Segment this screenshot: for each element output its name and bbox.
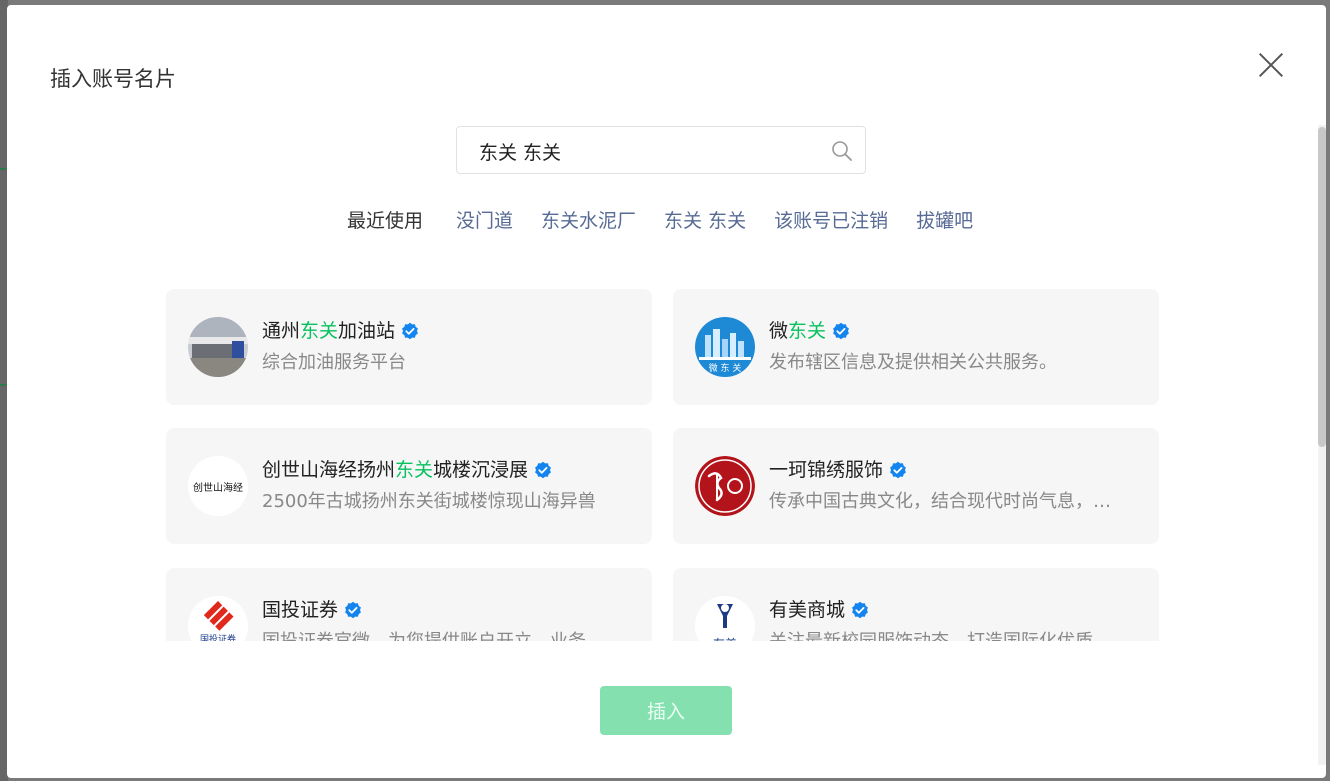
account-avatar: 微 东 关 [695,317,755,377]
account-card[interactable]: 通州 东关 加油站 综合加油服务平台 [166,289,652,405]
dialog-title: 插入账号名片 [50,67,176,91]
account-description: 2500年古城扬州东关街城楼惊现山海异兽 [262,491,596,512]
svg-text:创世山海经: 创世山海经 [193,481,243,494]
close-icon[interactable] [1257,51,1285,79]
svg-text:有美: 有美 [713,637,737,641]
account-avatar: 创世山海经 [188,456,248,516]
recent-item[interactable]: 东关水泥厂 [541,206,636,233]
verified-icon [852,601,868,619]
recent-used-bar: 最近使用 没门道 东关水泥厂 东关 东关 该账号已注销 拔罐吧 [347,205,1001,233]
account-list: 通州 东关 加油站 综合加油服务平台 微 东 关 微东关 发布辖区信息及提供相关… [166,289,1168,641]
svg-text:国投证券: 国投证券 [200,633,236,641]
account-name: 微东关 [769,317,850,345]
account-avatar [695,456,755,516]
recent-item[interactable]: 东关 东关 [664,206,746,233]
verified-icon [402,322,418,340]
scrollbar-thumb[interactable] [1318,127,1326,447]
verified-icon [345,601,361,619]
search-box[interactable] [456,126,866,175]
search-input[interactable] [477,127,821,175]
svg-text:微 东 关: 微 东 关 [709,362,742,374]
recent-item[interactable]: 拔罐吧 [916,206,973,233]
verified-icon [890,461,906,479]
account-name: 国投证券 [262,596,362,624]
account-name: 有美商城 [769,596,869,624]
account-description: 关注最新校园服饰动态，打造国际化优质 [769,628,1127,641]
account-avatar: 有美 [695,596,755,641]
account-description: 传承中国古典文化，结合现代时尚气息，打造 [769,491,1127,512]
account-name: 一珂锦绣服饰 [769,456,907,484]
insert-account-card-dialog: 插入账号名片 最近使用 没门道 东关水泥厂 东关 东关 该账号已注销 拔罐吧 [7,5,1326,778]
search-icon[interactable] [831,140,853,162]
account-avatar [188,317,248,377]
recent-used-label: 最近使用 [347,209,424,232]
account-avatar: 国投证券 [188,596,248,641]
account-card[interactable]: 微 东 关 微东关 发布辖区信息及提供相关公共服务。 [673,289,1159,405]
account-card[interactable]: 国投证券 国投证券 国投证券官微，为您提供账户开立、业务 [166,568,652,641]
recent-item[interactable]: 该账号已注销 [774,206,888,233]
account-description: 发布辖区信息及提供相关公共服务。 [769,352,1057,373]
account-name: 创世山海经扬州 东关 城楼沉浸展 [262,456,552,484]
account-card[interactable]: 一珂锦绣服饰 传承中国古典文化，结合现代时尚气息，打造 [673,428,1159,544]
account-description: 国投证券官微，为您提供账户开立、业务 [262,628,620,641]
verified-icon [833,322,849,340]
recent-item[interactable]: 没门道 [456,206,513,233]
account-name: 通州 东关 加油站 [262,317,419,345]
insert-button[interactable]: 插入 [600,686,732,735]
account-card[interactable]: 创世山海经 创世山海经扬州 东关 城楼沉浸展 2500年古城扬州东关街城楼惊现山海异… [166,428,652,544]
account-description: 综合加油服务平台 [262,352,406,373]
account-card[interactable]: 有美 有美商城 关注最新校园服饰动态，打造国际化优质 [673,568,1159,641]
verified-icon [535,461,551,479]
